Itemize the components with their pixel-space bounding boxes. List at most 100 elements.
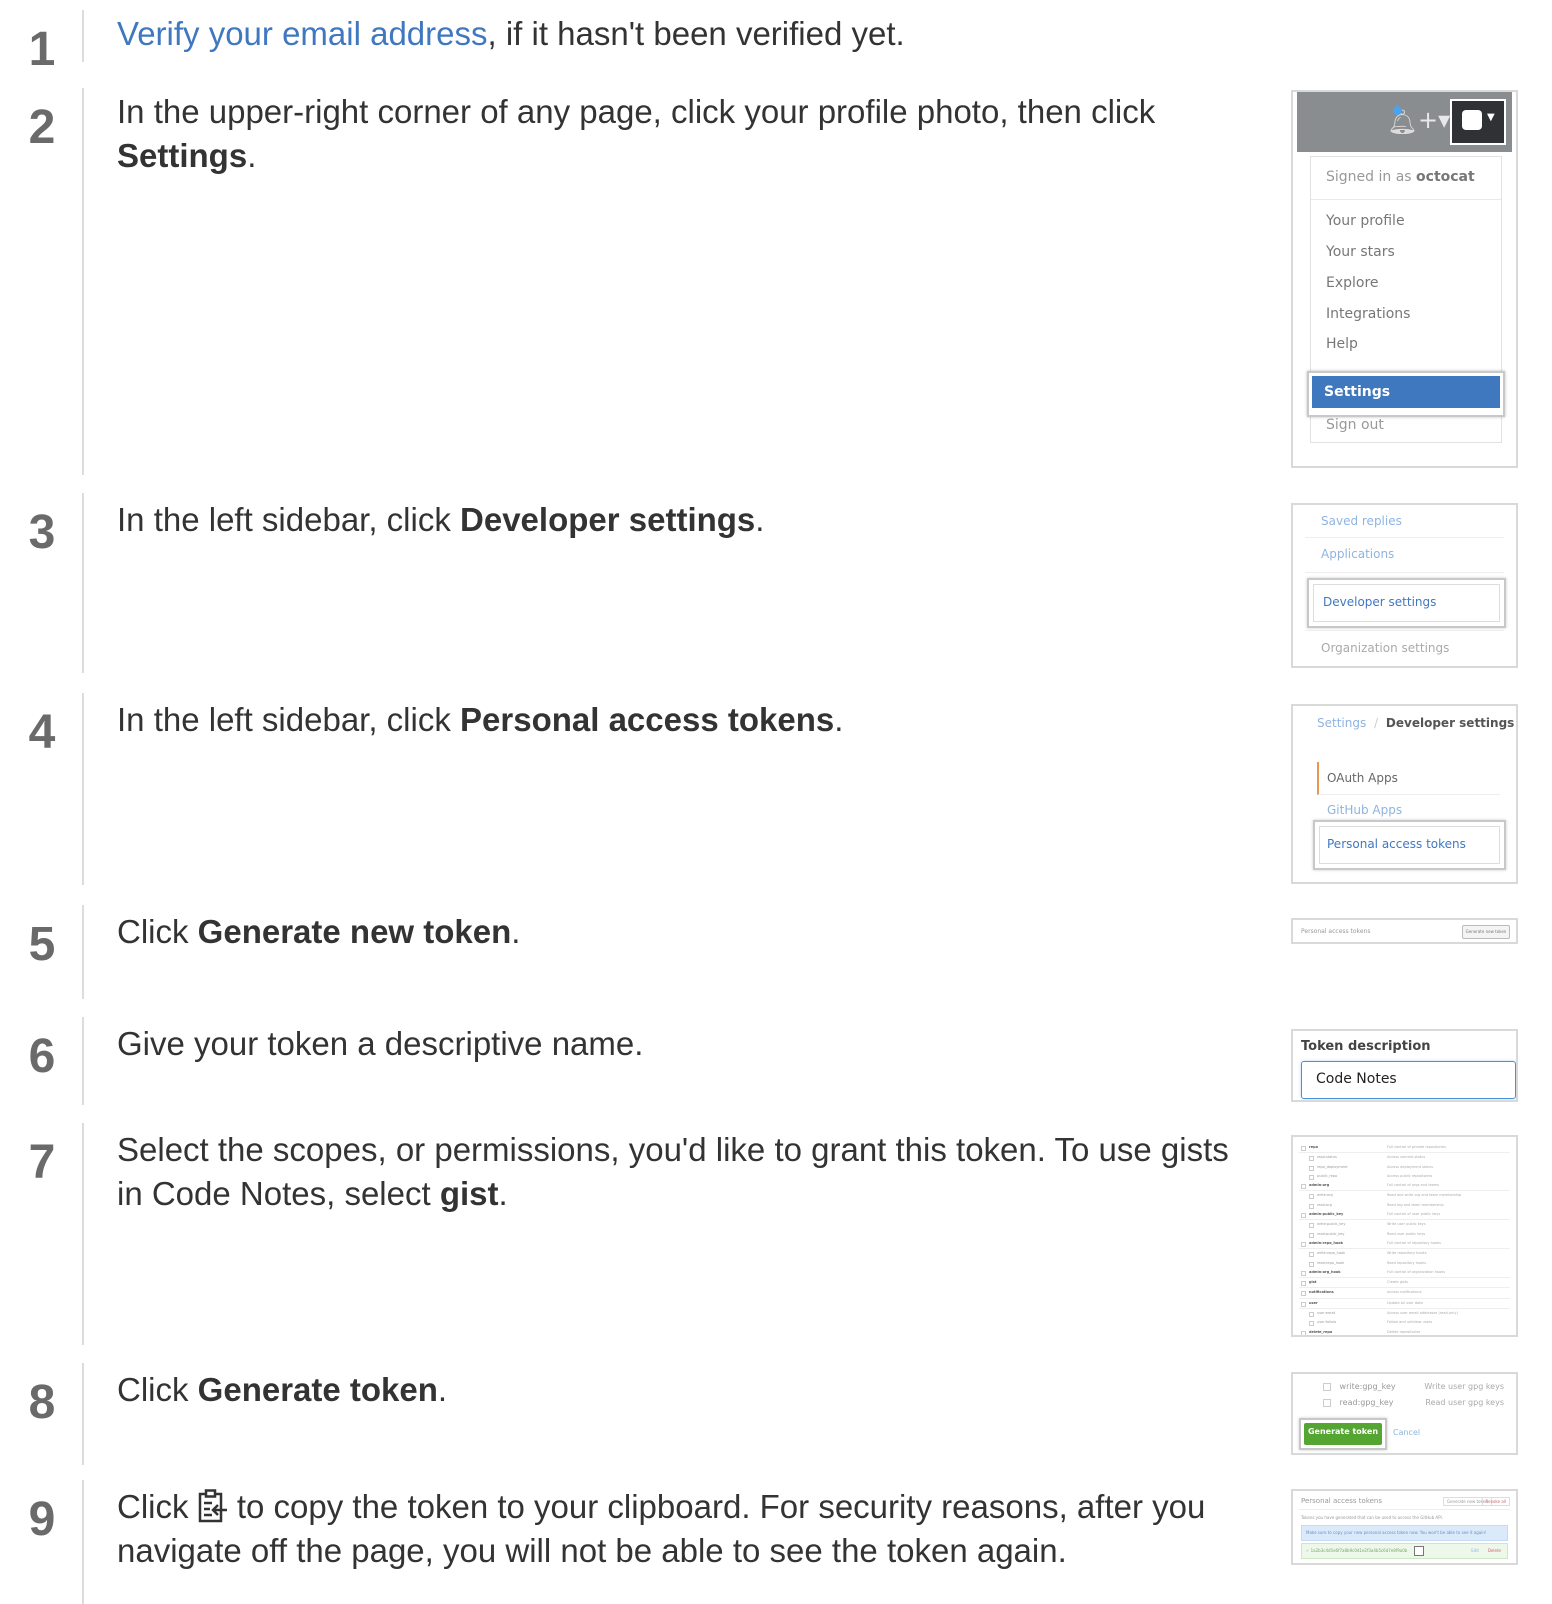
scope-checkbox[interactable] xyxy=(1301,1330,1306,1335)
sidebar-item-personal-access-tokens[interactable]: Personal access tokens xyxy=(1313,820,1506,870)
step-divider xyxy=(82,493,84,673)
scope-checkbox[interactable] xyxy=(1309,1261,1314,1267)
scope-name: user xyxy=(1309,1300,1318,1305)
generate-new-token-button[interactable]: Generate new token xyxy=(1462,925,1510,939)
menu-item-settings[interactable]: Settings xyxy=(1312,376,1500,408)
step-2: 2 In the upper-right corner of any page,… xyxy=(0,88,1552,483)
sidebar-item-saved-replies[interactable]: Saved replies xyxy=(1305,505,1504,538)
scope-row: gist Create gists xyxy=(1299,1278,1510,1289)
step-9: 9 Click to copy the token to your clipbo… xyxy=(0,1480,1552,1604)
scope-description: Access user email addresses (read-only) xyxy=(1387,1311,1458,1316)
scope-checkbox[interactable] xyxy=(1309,1156,1314,1162)
verify-email-link[interactable]: Verify your email address xyxy=(117,15,488,52)
scope-description: Full control of user public keys xyxy=(1387,1212,1441,1217)
scope-row: public_repo Access public repositories xyxy=(1299,1172,1510,1181)
scope-description: Read org and team membership xyxy=(1387,1202,1444,1207)
generate-token-button[interactable]: Generate token xyxy=(1304,1423,1382,1445)
step-text: Click Generate token. xyxy=(117,1371,448,1408)
sidebar-item-applications[interactable]: Applications xyxy=(1305,538,1504,573)
scope-checkbox[interactable] xyxy=(1301,1301,1306,1307)
scope-checkbox[interactable] xyxy=(1301,1281,1306,1287)
menu-item-help[interactable]: Help xyxy=(1326,336,1358,352)
scope-checkbox[interactable] xyxy=(1309,1165,1314,1171)
scope-checkbox[interactable] xyxy=(1301,1241,1306,1247)
revoke-all-button[interactable]: Revoke all xyxy=(1481,1497,1510,1506)
scope-checkbox[interactable] xyxy=(1309,1312,1314,1318)
scope-checkbox[interactable] xyxy=(1301,1146,1306,1151)
scope-name: gist xyxy=(1309,1280,1317,1285)
scope-name: write:org xyxy=(1317,1193,1333,1198)
scope-row: write:gpg_key xyxy=(1323,1382,1396,1391)
scope-checkbox[interactable] xyxy=(1309,1232,1314,1238)
step-text: Select the scopes, or permissions, you'd… xyxy=(117,1131,1229,1212)
screenshot-settings-sidebar: Saved replies Applications Developer set… xyxy=(1291,503,1518,668)
scope-name: admin:org xyxy=(1309,1183,1330,1188)
scope-row: write:repo_hook Write repository hooks xyxy=(1299,1249,1510,1258)
new-token-row: ✓ 1a2b3c4d5e6f7a8b9c0d1e2f3a4b5c6d7e8f9a… xyxy=(1301,1543,1508,1559)
scope-checkbox[interactable] xyxy=(1309,1203,1314,1209)
edit-link[interactable]: Edit xyxy=(1471,1548,1479,1553)
delete-link[interactable]: Delete xyxy=(1488,1548,1501,1553)
menu-item-integrations[interactable]: Integrations xyxy=(1326,306,1410,322)
copy-token-icon[interactable] xyxy=(1414,1546,1424,1556)
scope-checkbox[interactable] xyxy=(1309,1194,1314,1200)
step-text: Verify your email address, if it hasn't … xyxy=(117,15,905,52)
scope-checkbox[interactable] xyxy=(1309,1321,1314,1327)
token-description-label: Token description xyxy=(1301,1039,1431,1054)
screenshot-developer-settings: Settings / Developer settings OAuth Apps… xyxy=(1291,704,1518,884)
breadcrumb-developer-settings: Developer settings xyxy=(1385,716,1515,730)
scope-description: Create gists xyxy=(1387,1280,1408,1285)
scope-description: Full control of repository hooks xyxy=(1387,1240,1441,1245)
scope-row: read:gpg_key xyxy=(1323,1398,1394,1407)
scope-name: admin:public_key xyxy=(1309,1212,1344,1217)
step-text: In the left sidebar, click Personal acce… xyxy=(117,701,844,738)
menu-item-your-profile[interactable]: Your profile xyxy=(1326,213,1405,229)
step-number: 1 xyxy=(28,23,56,76)
step-divider xyxy=(82,1363,84,1465)
scope-checkbox[interactable] xyxy=(1301,1291,1306,1297)
sidebar-item-oauth-apps[interactable]: OAuth Apps xyxy=(1317,762,1500,795)
step-divider xyxy=(82,88,84,475)
scope-checkbox[interactable] xyxy=(1309,1223,1314,1229)
sidebar-item-organization-settings[interactable]: Organization settings xyxy=(1305,630,1504,666)
token-description-input[interactable]: Code Notes xyxy=(1301,1061,1516,1099)
breadcrumb: Settings / Developer settings xyxy=(1317,716,1515,730)
copy-notice: Make sure to copy your new personal acce… xyxy=(1301,1525,1508,1541)
bell-icon[interactable]: 🔔︎ xyxy=(1387,108,1417,136)
scope-checkbox[interactable] xyxy=(1301,1270,1306,1276)
scope-checkbox[interactable] xyxy=(1301,1213,1306,1219)
scope-row: read:repo_hook Read repository hooks xyxy=(1299,1259,1510,1268)
step-text: Click Generate new token. xyxy=(117,913,521,950)
scope-name: write:public_key xyxy=(1317,1222,1346,1227)
scope-checkbox[interactable] xyxy=(1301,1184,1306,1190)
scope-row: read:org Read org and team membership xyxy=(1299,1201,1510,1210)
token-value[interactable]: ✓ 1a2b3c4d5e6f7a8b9c0d1e2f3a4b5c6d7e8f9a… xyxy=(1306,1548,1407,1553)
sidebar-item-developer-settings[interactable]: Developer settings xyxy=(1307,578,1506,628)
step-text: In the upper-right corner of any page, c… xyxy=(117,93,1156,174)
checkbox[interactable] xyxy=(1323,1382,1331,1391)
plus-icon[interactable]: +▾ xyxy=(1418,106,1450,134)
step-divider xyxy=(82,693,84,885)
step-7: 7 Select the scopes, or permissions, you… xyxy=(0,1123,1552,1353)
scope-name: read:org xyxy=(1317,1202,1332,1207)
scope-checkbox[interactable] xyxy=(1309,1252,1314,1258)
divider xyxy=(1311,199,1501,200)
scope-checkbox[interactable] xyxy=(1309,1174,1314,1180)
signed-in-label: Signed in as octocat xyxy=(1326,169,1475,185)
scope-row: delete_repo Delete repositories xyxy=(1299,1328,1510,1335)
scope-description: Read user gpg keys xyxy=(1425,1398,1504,1407)
scope-row: repo_deployment Access deployment status xyxy=(1299,1163,1510,1172)
menu-item-explore[interactable]: Explore xyxy=(1326,275,1379,291)
menu-item-your-stars[interactable]: Your stars xyxy=(1326,244,1395,260)
step-text: In the left sidebar, click Developer set… xyxy=(117,501,765,538)
cancel-link[interactable]: Cancel xyxy=(1393,1428,1420,1437)
step-5: 5 Click Generate new token. Personal acc… xyxy=(0,905,1552,1007)
step-text: Give your token a descriptive name. xyxy=(117,1025,644,1062)
menu-item-sign-out[interactable]: Sign out xyxy=(1326,417,1384,433)
step-3: 3 In the left sidebar, click Developer s… xyxy=(0,493,1552,681)
breadcrumb-settings[interactable]: Settings xyxy=(1317,716,1366,730)
avatar[interactable]: ▼ xyxy=(1450,99,1506,145)
checkbox[interactable] xyxy=(1323,1398,1331,1407)
scope-description: Read user public keys xyxy=(1387,1231,1426,1236)
step-number: 6 xyxy=(28,1030,56,1083)
